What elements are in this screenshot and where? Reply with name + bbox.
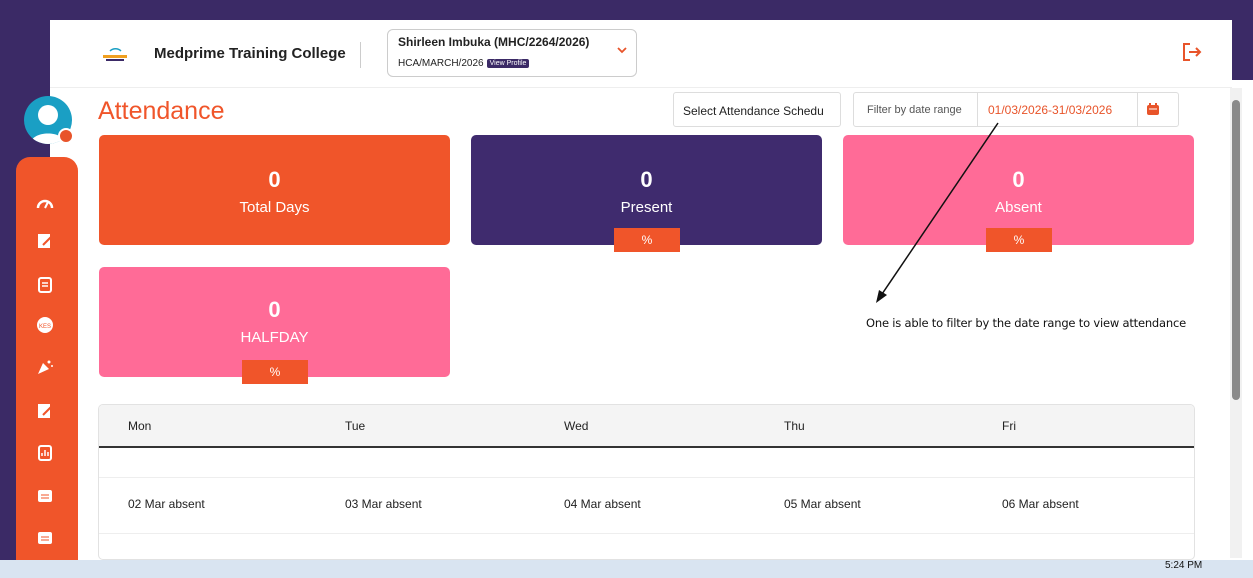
absent-percent-badge: % — [986, 228, 1052, 252]
total-days-value: 0 — [268, 167, 281, 192]
window-top-frame — [0, 0, 1253, 20]
edit-note-2-icon[interactable] — [36, 402, 54, 420]
calendar-day-fri: Fri — [1002, 419, 1016, 433]
halfday-value: 0 — [268, 297, 281, 322]
date-range-label: Filter by date range — [854, 93, 978, 126]
total-days-label: Total Days — [239, 199, 310, 216]
document-icon[interactable] — [36, 276, 54, 294]
absent-label: Absent — [995, 199, 1042, 216]
taskbar: 5:24 PM — [0, 560, 1253, 578]
view-profile-button[interactable]: View Profile — [486, 59, 530, 68]
window-right-frame — [1232, 0, 1253, 80]
student-name: Shirleen Imbuka (MHC/2264/2026) — [398, 35, 590, 49]
scrollbar-thumb[interactable] — [1232, 100, 1240, 400]
calendar-row-empty — [99, 448, 1194, 478]
header: Medprime Training College Shirleen Imbuk… — [50, 20, 1232, 88]
present-percent-badge: % — [614, 228, 680, 252]
calendar-day-thu: Thu — [784, 419, 805, 433]
taskbar-clock[interactable]: 5:24 PM — [1165, 560, 1202, 571]
present-value: 0 — [640, 167, 653, 192]
report-icon[interactable] — [36, 444, 54, 462]
page-title: Attendance — [98, 97, 225, 125]
calendar-row: 02 Mar absent 03 Mar absent 04 Mar absen… — [99, 478, 1194, 534]
kes-currency-icon[interactable]: KES — [36, 316, 54, 334]
calendar-day-tue: Tue — [345, 419, 366, 433]
logout-icon[interactable] — [1181, 42, 1203, 62]
calendar-day-wed: Wed — [564, 419, 589, 433]
date-range-filter[interactable]: Filter by date range 01/03/2026-31/03/20… — [853, 92, 1179, 127]
calendar-picker-icon — [1147, 103, 1159, 115]
present-card: 0 Present % — [471, 135, 822, 252]
student-batch: HCA/MARCH/2026 View Profile — [398, 58, 530, 69]
vertical-scrollbar[interactable] — [1230, 88, 1242, 558]
svg-text:KES: KES — [39, 324, 51, 330]
absent-value: 0 — [1012, 167, 1025, 192]
absent-card: 0 Absent % — [843, 135, 1194, 252]
halfday-card: 0 HALFDAY % — [99, 267, 450, 384]
calendar-cell[interactable]: 04 Mar absent — [564, 497, 641, 511]
attendance-calendar: Mon Tue Wed Thu Fri 02 Mar absent 03 Mar… — [98, 404, 1195, 560]
halfday-label: HALFDAY — [240, 329, 309, 346]
student-switcher[interactable]: Shirleen Imbuka (MHC/2264/2026) HCA/MARC… — [387, 29, 637, 77]
present-label: Present — [620, 199, 673, 216]
halfday-percent-badge: % — [242, 360, 308, 384]
chevron-down-icon[interactable] — [616, 44, 628, 56]
attendance-schedule-select[interactable]: Select Attendance Schedu — [673, 92, 841, 127]
college-name: Medprime Training College — [154, 45, 346, 62]
calendar-icon[interactable] — [36, 486, 54, 504]
calendar-2-icon[interactable] — [36, 528, 54, 546]
avatar-expand-icon[interactable] — [58, 128, 74, 144]
annotation-text: One is able to filter by the date range … — [866, 316, 1186, 330]
student-batch-text: HCA/MARCH/2026 — [398, 58, 484, 69]
edit-note-icon[interactable] — [36, 232, 54, 250]
college-logo — [103, 48, 127, 61]
calendar-day-mon: Mon — [128, 419, 152, 433]
dashboard-icon[interactable] — [36, 195, 54, 213]
total-days-card: 0 Total Days — [99, 135, 450, 245]
header-divider — [360, 42, 361, 68]
calendar-cell[interactable]: 02 Mar absent — [128, 497, 205, 511]
date-range-calendar-button[interactable] — [1137, 93, 1179, 126]
calendar-cell[interactable]: 05 Mar absent — [784, 497, 861, 511]
celebration-icon[interactable] — [36, 358, 54, 376]
calendar-cell[interactable]: 06 Mar absent — [1002, 497, 1079, 511]
calendar-header: Mon Tue Wed Thu Fri — [99, 405, 1194, 448]
date-range-input[interactable]: 01/03/2026-31/03/2026 — [988, 103, 1112, 117]
calendar-cell[interactable]: 03 Mar absent — [345, 497, 422, 511]
